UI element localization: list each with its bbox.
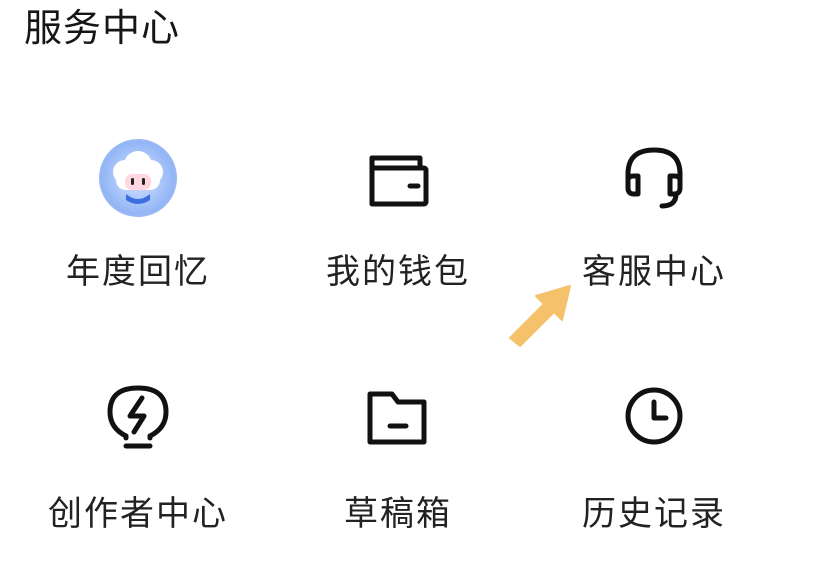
service-item-label: 年度回忆 (66, 252, 210, 292)
service-item-creator-center[interactable]: 创作者中心 (8, 376, 268, 576)
pointer-arrow-icon (500, 280, 580, 350)
clock-icon (614, 376, 694, 456)
service-item-label: 草稿箱 (344, 494, 452, 534)
service-item-label: 我的钱包 (326, 252, 470, 292)
folder-icon (358, 376, 438, 456)
service-item-history[interactable]: 历史记录 (524, 376, 784, 576)
service-item-annual-memories[interactable]: 年度回忆 (8, 138, 268, 338)
lightning-bulb-icon (98, 376, 178, 456)
section-title: 服务中心 (24, 6, 181, 50)
service-item-label: 创作者中心 (48, 494, 228, 534)
wallet-icon (358, 138, 438, 218)
headset-icon (614, 138, 694, 218)
mascot-avatar-icon (98, 138, 178, 218)
service-item-drafts[interactable]: 草稿箱 (268, 376, 528, 576)
service-item-label: 历史记录 (582, 494, 726, 534)
service-item-wallet[interactable]: 我的钱包 (268, 138, 528, 338)
